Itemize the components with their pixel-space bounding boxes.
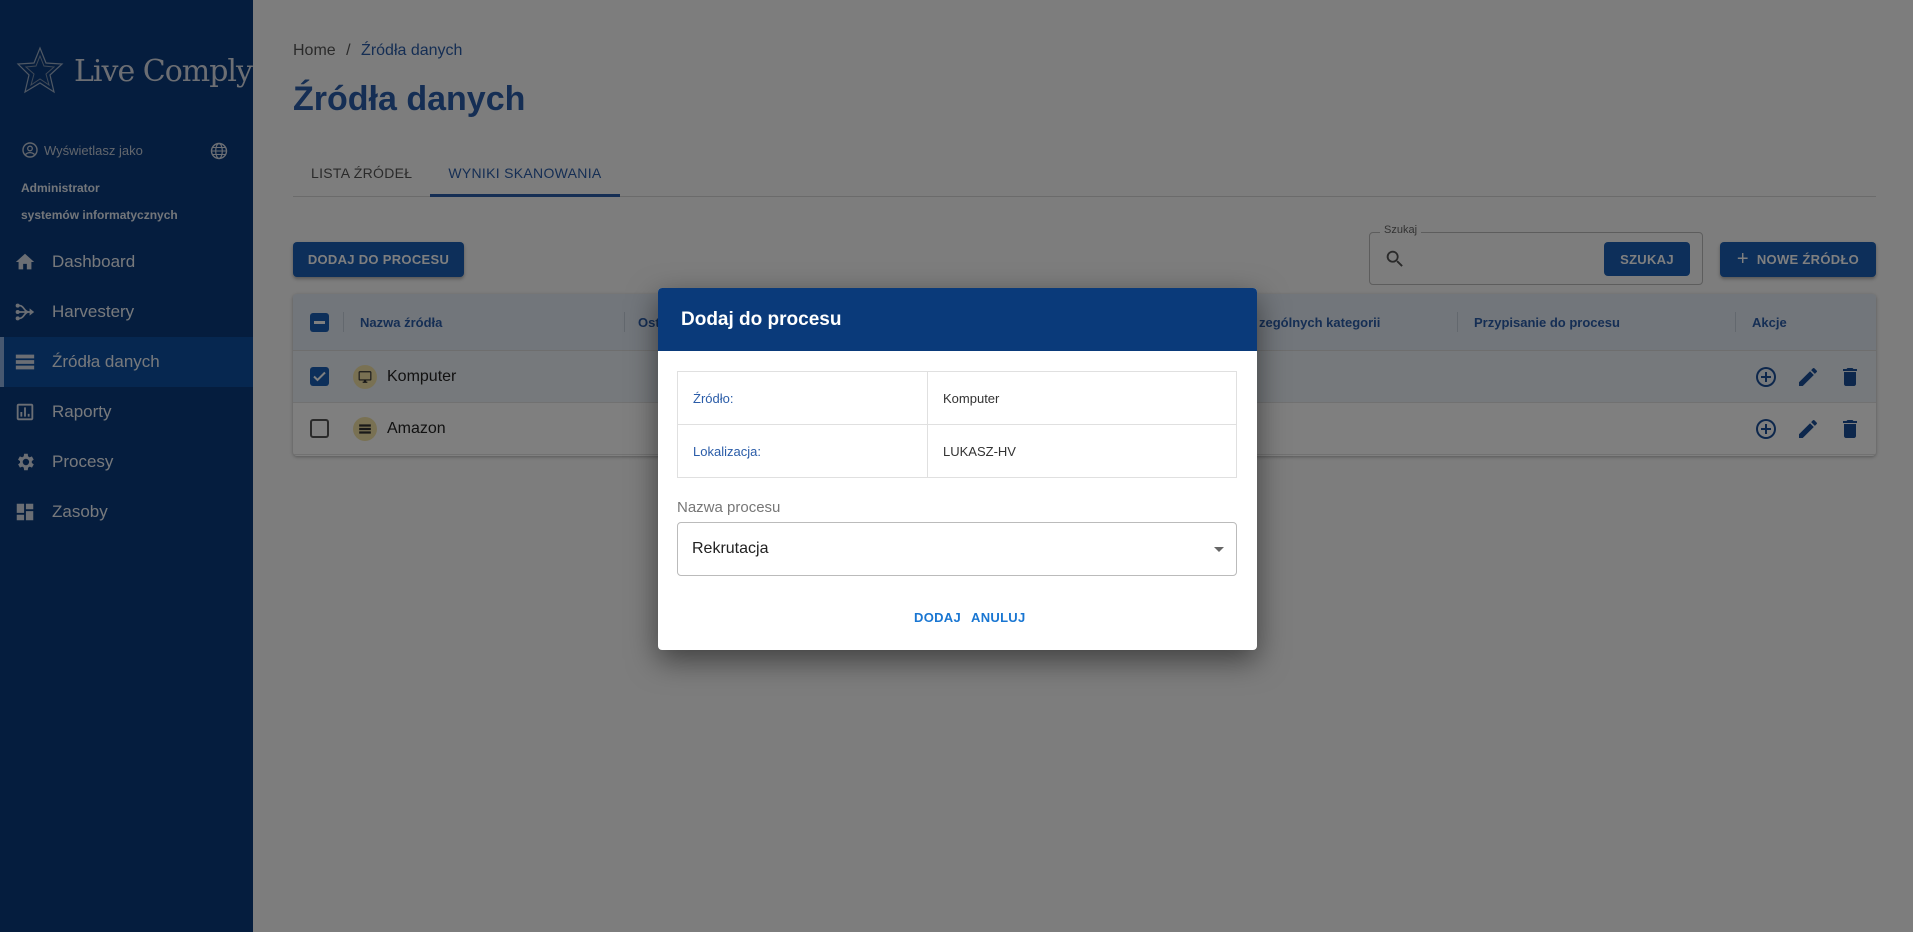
source-value: Komputer [927, 371, 1237, 425]
source-label: Źródło: [677, 371, 928, 425]
process-name-label: Nazwa procesu [677, 499, 781, 516]
location-value: LUKASZ-HV [927, 424, 1237, 478]
dialog-title: Dodaj do procesu [658, 288, 1257, 351]
location-label: Lokalizacja: [677, 424, 928, 478]
process-name-value: Rekrutacja [692, 540, 769, 557]
source-info-table: Źródło: Komputer Lokalizacja: LUKASZ-HV [677, 371, 1237, 478]
cancel-button[interactable]: ANULUJ [971, 610, 1026, 625]
add-button[interactable]: DODAJ [914, 610, 961, 625]
process-name-select[interactable]: Rekrutacja [677, 522, 1237, 576]
chevron-down-icon [1214, 547, 1224, 552]
add-to-process-dialog: Dodaj do procesu Źródło: Komputer Lokaliz… [658, 288, 1257, 650]
